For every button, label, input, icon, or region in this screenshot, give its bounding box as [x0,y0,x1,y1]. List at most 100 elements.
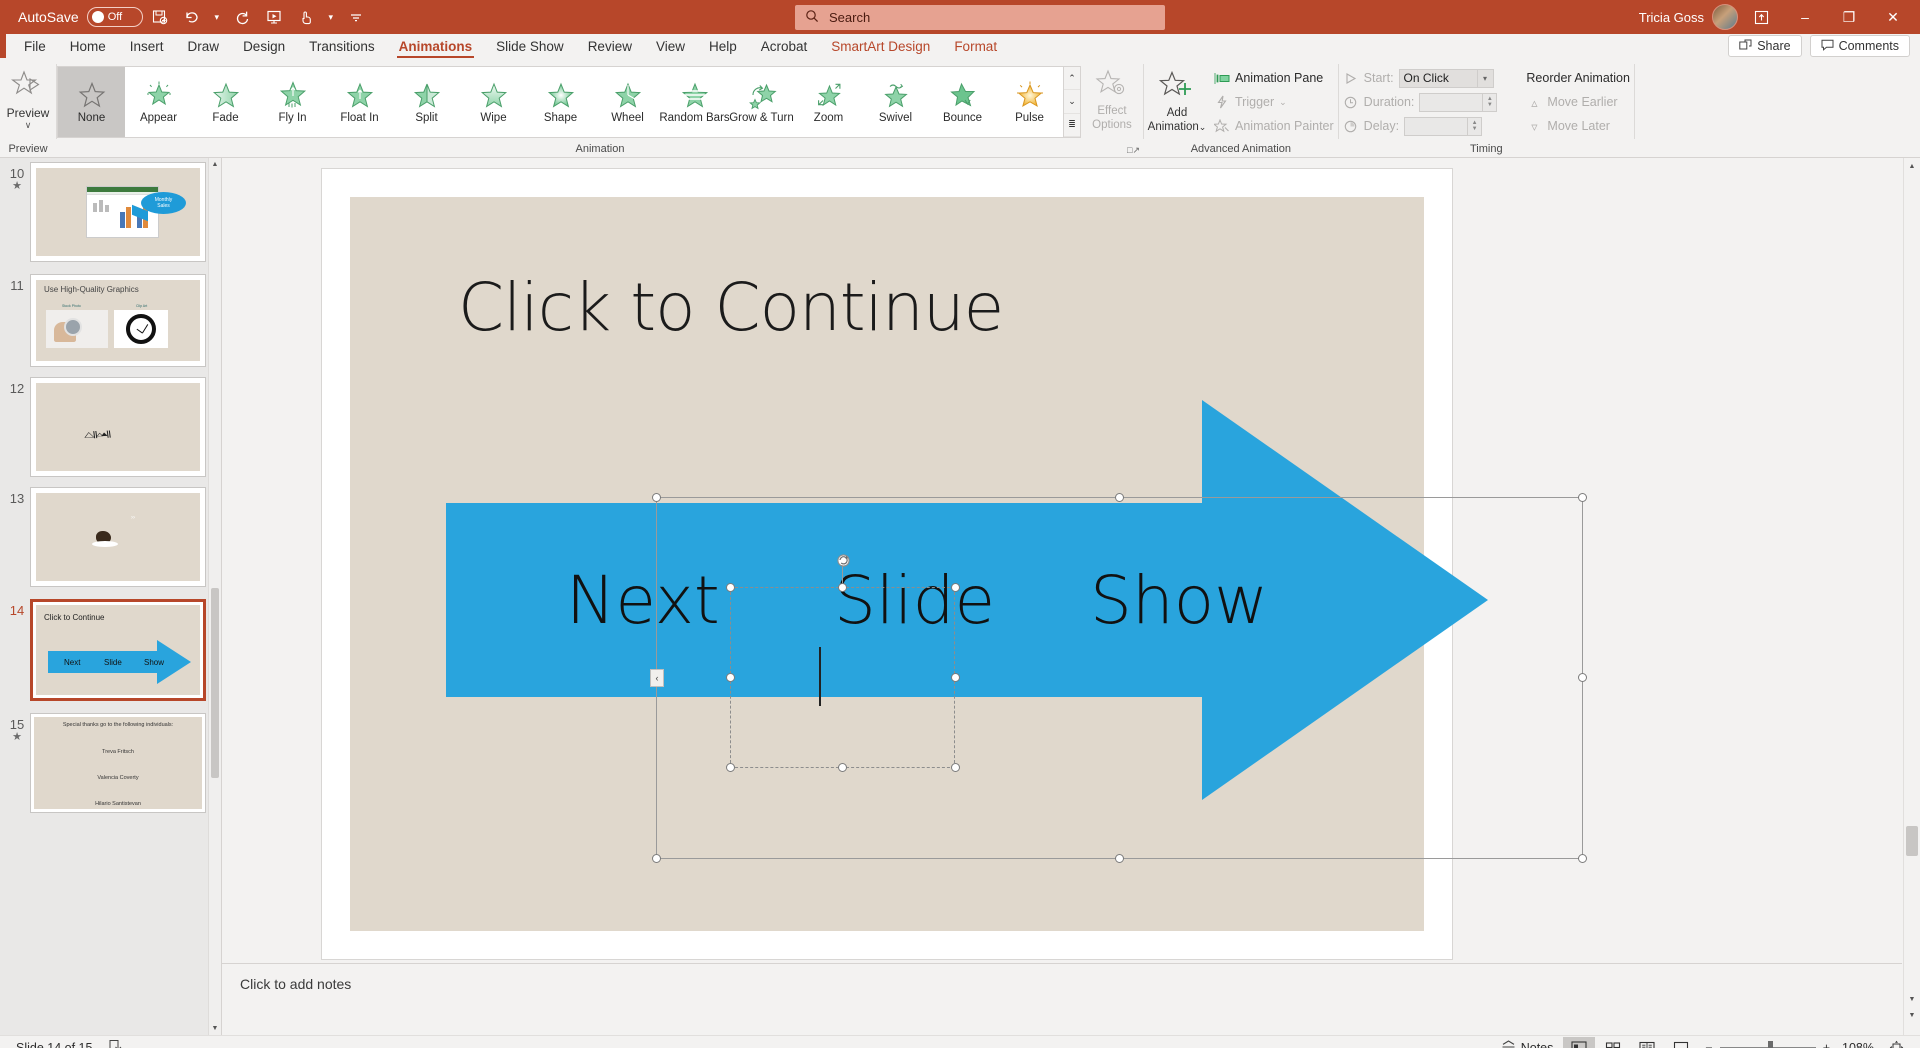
autosave-toggle[interactable]: Off [86,7,143,27]
zoom-in-button[interactable]: + [1823,1041,1830,1048]
zoom-knob[interactable] [1767,1041,1773,1048]
tab-design[interactable]: Design [231,34,297,58]
trigger-caret-icon[interactable]: ⌄ [1279,97,1287,108]
comments-button[interactable]: Comments [1809,35,1910,57]
search-box[interactable]: Search [795,4,1165,30]
gallery-scroll-up-icon[interactable]: ⌃ [1064,67,1080,91]
animation-float-in[interactable]: Float In [326,67,393,137]
add-animation-button[interactable]: Add Animation⌄ [1144,62,1210,133]
animation-painter-button[interactable]: Animation Painter [1210,116,1338,136]
notes-button[interactable]: Notes [1493,1037,1562,1048]
thumbnail-preview[interactable]: △‖▵▴‖ [30,377,206,477]
thumbnail-slide-10[interactable]: 10 ★ Monthly Sales [4,162,221,262]
animation-fly-in[interactable]: Fly In [259,67,326,137]
animation-random-bars[interactable]: Random Bars [659,67,730,137]
gallery-more-icon[interactable]: ≣ [1064,113,1080,137]
animation-fade[interactable]: Fade [192,67,259,137]
trigger-button[interactable]: Trigger ⌄ [1210,92,1338,112]
textbox-handle-mr[interactable] [951,673,960,682]
thumbnail-preview[interactable]: Click to Continue Next Slide Show [30,599,206,701]
textbox-handle-tc[interactable] [838,583,847,592]
customize-quick-access-icon[interactable] [341,4,371,30]
delay-stepper[interactable]: ▲ ▼ [1467,117,1481,135]
slide-title-text[interactable]: Click to Continue [458,269,1004,346]
tab-home[interactable]: Home [58,34,118,58]
start-slideshow-icon[interactable] [259,4,289,30]
restore-button[interactable]: ❐ [1828,2,1870,32]
thumbnail-slide-13[interactable]: 13 ›› [4,487,221,587]
save-icon[interactable] [145,4,175,30]
share-button[interactable]: Share [1728,35,1802,57]
selection-handle-tl[interactable] [652,493,661,502]
selection-handle-tc[interactable] [1115,493,1124,502]
tab-insert[interactable]: Insert [118,34,176,58]
reading-view-button[interactable] [1631,1037,1663,1048]
duration-input[interactable]: ▲ ▼ [1419,92,1498,112]
tab-file[interactable]: File [12,34,58,58]
normal-view-button[interactable] [1563,1036,1596,1048]
textbox-handle-tl[interactable] [726,583,735,592]
thumbnail-preview[interactable]: Monthly Sales [30,162,206,262]
thumbnail-slide-12[interactable]: 12 △‖▵▴‖ [4,377,221,477]
thumbnail-preview[interactable]: ›› [30,487,206,587]
slide-counter[interactable]: Slide 14 of 15 [8,1037,100,1048]
move-later-button[interactable]: ▿ Move Later [1522,116,1634,136]
minimize-button[interactable]: – [1784,2,1826,32]
preview-caret-icon[interactable]: ∨ [25,121,32,130]
animation-none[interactable]: None [58,67,125,137]
user-name[interactable]: Tricia Goss [1639,10,1704,25]
selection-handle-tr[interactable] [1578,493,1587,502]
animation-zoom[interactable]: Zoom [795,67,862,137]
zoom-out-button[interactable]: − [1705,1041,1712,1048]
gallery-scroll-down-icon[interactable]: ⌄ [1064,90,1080,114]
textbox-handle-tr[interactable] [951,583,960,592]
animation-pulse[interactable]: Pulse [996,67,1063,137]
fit-slide-to-window-button[interactable] [1880,1037,1912,1048]
thumbnail-slide-14[interactable]: 14 Click to Continue Next Slide Show [4,599,221,701]
redo-icon[interactable] [227,4,257,30]
zoom-level[interactable]: 108% [1838,1037,1878,1048]
rotate-handle-icon[interactable] [836,553,851,568]
animation-appear[interactable]: Appear [125,67,192,137]
canvas-scroll-up-icon[interactable]: ▲ [1904,158,1920,174]
slide-thumbnail-pane[interactable]: 10 ★ Monthly Sales 11 Use High-Quality G… [0,158,222,1035]
thumbnail-preview[interactable]: Use High-Quality Graphics Stock Photo Cl… [30,274,206,367]
tab-transitions[interactable]: Transitions [297,34,387,58]
canvas-scroll-down-icon[interactable]: ▼ [1904,991,1920,1007]
move-earlier-button[interactable]: ▵ Move Earlier [1522,92,1634,112]
animation-grow-and-turn[interactable]: Grow & Turn [728,67,795,137]
animation-dialog-launcher-icon[interactable]: □↗ [1127,145,1140,156]
touch-mode-icon[interactable] [291,4,321,30]
tab-format[interactable]: Format [942,34,1009,58]
tab-draw[interactable]: Draw [176,34,232,58]
selection-handle-mr[interactable] [1578,673,1587,682]
tab-smartart-design[interactable]: SmartArt Design [819,34,942,58]
smartart-text-pane-toggle[interactable]: ‹ [650,669,664,687]
selection-handle-bl[interactable] [652,854,661,863]
duration-stepper[interactable]: ▲ ▼ [1482,93,1496,111]
scrollbar-thumb[interactable] [211,588,219,778]
text-box-selection-frame[interactable] [730,587,955,768]
tab-acrobat[interactable]: Acrobat [749,34,820,58]
close-button[interactable]: ✕ [1872,2,1914,32]
animation-wipe[interactable]: Wipe [460,67,527,137]
animation-gallery[interactable]: None Appear Fade Fly In Float In Split W… [57,66,1081,138]
textbox-handle-br[interactable] [951,763,960,772]
avatar[interactable] [1712,4,1738,30]
start-dropdown[interactable]: On Click ▾ [1398,68,1494,88]
thumbnail-slide-11[interactable]: 11 Use High-Quality Graphics Stock Photo… [4,274,221,367]
scroll-down-icon[interactable]: ▼ [209,1022,221,1035]
tab-review[interactable]: Review [576,34,644,58]
thumbnail-preview[interactable]: Special thanks go to the following indiv… [30,713,206,813]
textbox-handle-ml[interactable] [726,673,735,682]
tab-slide-show[interactable]: Slide Show [484,34,576,58]
undo-icon[interactable] [177,4,207,30]
touch-dropdown-icon[interactable]: ▾ [323,4,339,30]
notes-placeholder[interactable]: Click to add notes [222,964,1902,992]
preview-button[interactable]: Preview ∨ [0,62,56,130]
zoom-slider[interactable]: − + [1699,1041,1836,1048]
notes-pane[interactable]: Click to add notes [222,963,1902,1035]
effect-options-button[interactable]: Effect Options [1081,62,1143,131]
selection-handle-bc[interactable] [1115,854,1124,863]
animation-shape[interactable]: Shape [527,67,594,137]
